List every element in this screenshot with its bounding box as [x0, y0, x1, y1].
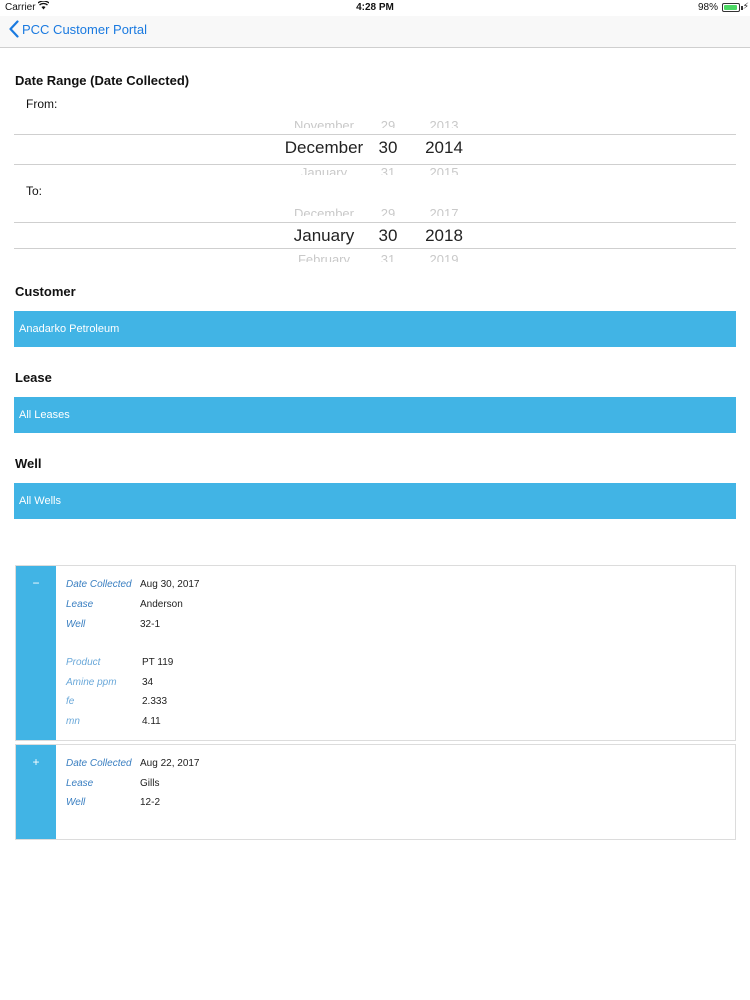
battery-percent: 98%	[697, 2, 718, 13]
date-collected-value: Aug 30, 2017	[140, 579, 200, 590]
well-select[interactable]: All Wells	[14, 483, 736, 519]
picker-selection-line	[14, 248, 736, 249]
picker-selection-line	[14, 134, 736, 135]
picker-option[interactable]: November	[268, 118, 380, 128]
picker-option[interactable]: 31	[368, 165, 408, 175]
mn-value: 4.11	[142, 716, 161, 727]
lease-value: Gills	[140, 778, 160, 789]
picker-option[interactable]: 31	[368, 252, 408, 262]
chevron-left-icon	[9, 20, 19, 38]
navigation-bar: PCC Customer Portal	[0, 16, 750, 48]
picker-selected-day[interactable]: 30	[368, 138, 408, 158]
picker-option[interactable]: 2019	[416, 252, 472, 262]
customer-label: Customer	[15, 284, 76, 299]
battery-icon	[722, 3, 740, 12]
picker-option[interactable]: 2017	[416, 206, 472, 216]
picker-selected-day[interactable]: 30	[368, 226, 408, 246]
picker-option[interactable]: 2015	[416, 165, 472, 175]
customer-select[interactable]: Anadarko Petroleum	[14, 311, 736, 347]
lease-label: Lease	[66, 778, 94, 789]
well-value: 32-1	[140, 619, 161, 630]
to-date-picker[interactable]: December January February 29 30 31 2017 …	[14, 205, 736, 271]
well-label: Well	[66, 797, 86, 808]
to-label: To:	[26, 184, 43, 198]
well-label: Well	[66, 619, 86, 630]
lease-select[interactable]: All Leases	[14, 397, 736, 433]
result-card: − Date Collected Aug 30, 2017 Lease Ande…	[15, 565, 736, 741]
date-collected-label: Date Collected	[66, 579, 132, 590]
picker-selected-month[interactable]: December	[268, 138, 380, 158]
lease-label: Lease	[15, 370, 52, 385]
status-bar: Carrier 4:28 PM 98% ⚡	[0, 0, 750, 16]
picker-option[interactable]: December	[268, 206, 380, 216]
product-value: PT 119	[142, 657, 174, 668]
charging-icon: ⚡	[742, 1, 749, 11]
back-button-label: PCC Customer Portal	[22, 21, 147, 37]
from-date-picker[interactable]: November December January 29 30 31 2013 …	[14, 117, 736, 183]
picker-option[interactable]: February	[268, 252, 380, 262]
date-range-title: Date Range (Date Collected)	[15, 73, 190, 88]
picker-selected-month[interactable]: January	[268, 226, 380, 246]
picker-selected-year[interactable]: 2014	[416, 138, 472, 158]
picker-option[interactable]: 29	[368, 206, 408, 216]
expand-button[interactable]: +	[16, 745, 56, 839]
date-collected-label: Date Collected	[66, 758, 132, 769]
fe-label: fe	[66, 696, 75, 707]
amine-ppm-label: Amine ppm	[66, 677, 117, 688]
collapse-button[interactable]: −	[16, 566, 56, 740]
picker-option[interactable]: 2013	[416, 118, 472, 128]
clock-time: 4:28 PM	[356, 2, 394, 13]
well-label: Well	[15, 456, 42, 471]
well-value: 12-2	[140, 797, 161, 808]
picker-option[interactable]: January	[268, 165, 380, 175]
result-card: + Date Collected Aug 22, 2017 Lease Gill…	[15, 744, 736, 840]
picker-selection-line	[14, 222, 736, 223]
fe-value: 2.333	[142, 696, 168, 707]
back-button[interactable]: PCC Customer Portal	[9, 20, 147, 38]
product-label: Product	[66, 657, 101, 668]
mn-label: mn	[66, 716, 80, 727]
picker-option[interactable]: 29	[368, 118, 408, 128]
date-collected-value: Aug 22, 2017	[140, 758, 200, 769]
lease-label: Lease	[66, 599, 94, 610]
picker-selected-year[interactable]: 2018	[416, 226, 472, 246]
amine-ppm-value: 34	[142, 677, 154, 688]
lease-value: Anderson	[140, 599, 183, 610]
from-label: From:	[26, 97, 58, 111]
